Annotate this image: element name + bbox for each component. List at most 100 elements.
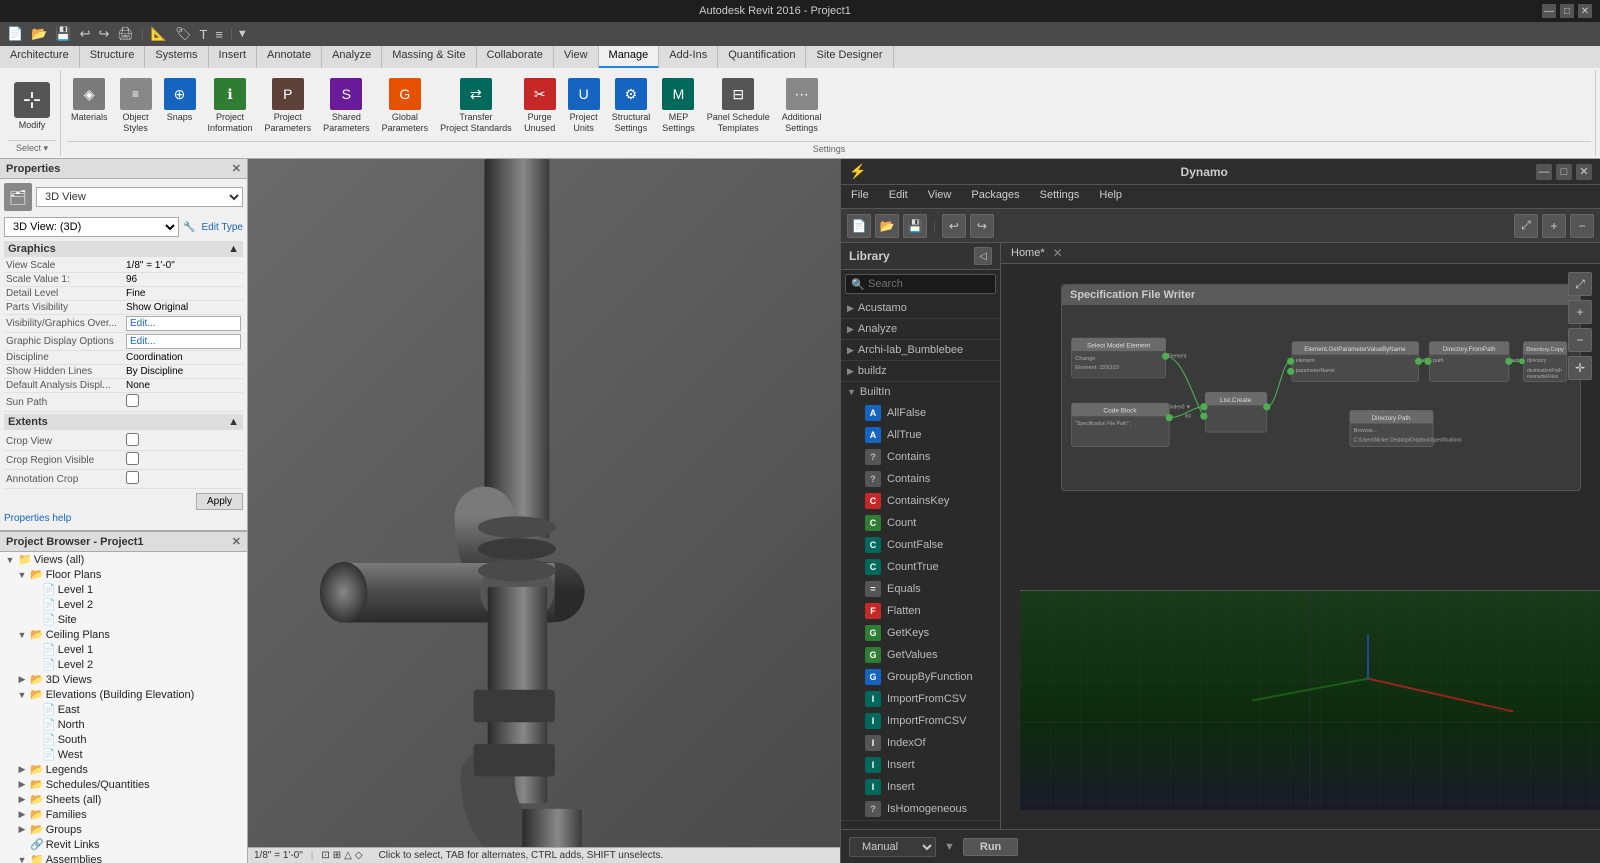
menu-settings[interactable]: Settings [1030,185,1090,208]
tree-north[interactable]: 📄 North [0,717,247,732]
purge-unused-button[interactable]: ✂ PurgeUnused [520,76,560,136]
lib-item-contains-1[interactable]: ? Contains [841,446,1000,468]
tree-floor-level1[interactable]: 📄 Level 1 [0,582,247,597]
maximize-button[interactable]: □ [1560,4,1574,18]
crop-region-checkbox[interactable] [126,452,139,465]
tree-legends[interactable]: ▶ 📂 Legends [0,762,247,777]
menu-view[interactable]: View [918,185,962,208]
tree-floor-level2[interactable]: 📄 Level 2 [0,597,247,612]
home-tab-label[interactable]: Home* [1011,247,1045,259]
run-mode-select[interactable]: Manual Automatic Periodic [849,837,936,857]
lib-item-contains-2[interactable]: ? Contains [841,468,1000,490]
lib-item-alltrue[interactable]: A AllTrue [841,424,1000,446]
lib-item-countfalse[interactable]: C CountFalse [841,534,1000,556]
tree-groups[interactable]: ▶ 📂 Groups [0,822,247,837]
redo-button[interactable]: ↪ [95,24,112,44]
measure-button[interactable]: 📐 [148,24,170,44]
dyn-new-button[interactable]: 📄 [847,214,871,238]
dyn-zoom-out-button[interactable]: − [1570,214,1594,238]
lib-item-flatten[interactable]: F Flatten [841,600,1000,622]
tree-elevations[interactable]: ▼ 📂 Elevations (Building Elevation) [0,687,247,702]
snaps-button[interactable]: ⊕ Snaps [160,76,200,125]
tab-manage[interactable]: Manage [599,46,660,68]
menu-edit[interactable]: Edit [879,185,918,208]
new-button[interactable]: 📄 [4,24,26,44]
modify-button[interactable]: ⊹ Modify [8,78,56,134]
menu-help[interactable]: Help [1089,185,1132,208]
shared-parameters-button[interactable]: S SharedParameters [319,76,374,136]
lib-acustamo-header[interactable]: ▶ Acustamo [841,298,1000,318]
lib-item-groupbyfunction[interactable]: G GroupByFunction [841,666,1000,688]
tab-annotate[interactable]: Annotate [257,46,322,68]
lib-item-allfalse[interactable]: A AllFalse [841,402,1000,424]
menu-packages[interactable]: Packages [961,185,1029,208]
tag-button[interactable]: 🏷 [172,24,195,44]
canvas-pan-button[interactable]: ✛ [1568,356,1592,380]
canvas-zoom-in-button[interactable]: + [1568,300,1592,324]
vis-graphics-value[interactable]: Edit... [126,316,241,331]
tab-site-designer[interactable]: Site Designer [806,46,893,68]
tree-ceiling-level1[interactable]: 📄 Level 1 [0,642,247,657]
materials-button[interactable]: ◈ Materials [67,76,112,125]
dyn-open-button[interactable]: 📂 [875,214,899,238]
lib-item-ishomogeneous[interactable]: ? IsHomogeneous [841,798,1000,820]
lib-item-counttrue[interactable]: C CountTrue [841,556,1000,578]
library-search-input[interactable] [845,274,996,294]
panel-schedule-button[interactable]: ⊟ Panel ScheduleTemplates [703,76,774,136]
dyn-redo-button[interactable]: ↪ [970,214,994,238]
lib-builtin-header[interactable]: ▼ BuiltIn [841,382,1000,402]
run-button[interactable]: Run [963,838,1018,856]
apply-button[interactable]: Apply [196,493,243,510]
crop-view-checkbox[interactable] [126,433,139,446]
tree-schedules[interactable]: ▶ 📂 Schedules/Quantities [0,777,247,792]
tab-addins[interactable]: Add-Ins [659,46,718,68]
sun-path-checkbox[interactable] [126,394,139,407]
3d-viewport[interactable]: 1/8" = 1'-0" | ⊡ ⊞ △ ◇ Click to select, … [248,159,840,863]
tab-systems[interactable]: Systems [145,46,208,68]
tree-assemblies[interactable]: ▼ 📁 Assemblies [0,852,247,863]
tab-architecture[interactable]: Architecture [0,46,80,68]
tab-quantification[interactable]: Quantification [718,46,806,68]
tab-massing[interactable]: Massing & Site [382,46,476,68]
canvas-zoom-fit-button[interactable]: ⤢ [1568,272,1592,296]
tree-sheets[interactable]: ▶ 📂 Sheets (all) [0,792,247,807]
tree-ceiling-plans[interactable]: ▼ 📂 Ceiling Plans [0,627,247,642]
lib-analyze-header[interactable]: ▶ Analyze [841,319,1000,339]
lib-item-containskey[interactable]: C ContainsKey [841,490,1000,512]
align-button[interactable]: ≡ [212,25,226,44]
view-name-dropdown[interactable]: 3D View: (3D) [4,217,179,237]
canvas-zoom-out-button[interactable]: − [1568,328,1592,352]
save-button[interactable]: 💾 [52,24,74,44]
tree-south[interactable]: 📄 South [0,732,247,747]
extents-section-header[interactable]: Extents ▲ [4,414,243,430]
lib-item-insert-1[interactable]: I Insert [841,754,1000,776]
view-type-dropdown[interactable]: 3D View [36,187,243,207]
lib-item-importfromcsv-1[interactable]: I ImportFromCSV [841,688,1000,710]
project-info-button[interactable]: ℹ ProjectInformation [204,76,257,136]
dyn-save-button[interactable]: 💾 [903,214,927,238]
properties-close-icon[interactable]: ✕ [232,162,241,175]
object-styles-button[interactable]: ≡ ObjectStyles [116,76,156,136]
tab-view[interactable]: View [554,46,599,68]
project-parameters-button[interactable]: P ProjectParameters [261,76,316,136]
lib-buildz-header[interactable]: ▶ buildz [841,361,1000,381]
dynamo-minimize-button[interactable]: — [1536,164,1552,180]
edit-type-link[interactable]: Edit Type [201,222,243,233]
lib-item-importfromcsv-2[interactable]: I ImportFromCSV [841,710,1000,732]
lib-item-equals[interactable]: = Equals [841,578,1000,600]
lib-item-count[interactable]: C Count [841,512,1000,534]
graphics-section-header[interactable]: Graphics ▲ [4,241,243,257]
collapse-graphics-icon[interactable]: ▲ [228,243,239,255]
floor-plans-toggle[interactable]: ▼ [16,570,28,580]
dynamo-maximize-button[interactable]: □ [1556,164,1572,180]
global-parameters-button[interactable]: G GlobalParameters [378,76,433,136]
structural-settings-button[interactable]: ⚙ StructuralSettings [608,76,655,136]
lib-item-indexof[interactable]: I IndexOf [841,732,1000,754]
project-units-button[interactable]: U ProjectUnits [564,76,604,136]
home-tab-close-icon[interactable]: ✕ [1053,246,1063,260]
browser-close-icon[interactable]: ✕ [232,535,241,548]
views-all-toggle[interactable]: ▼ [4,555,16,565]
tree-revit-links[interactable]: 🔗 Revit Links [0,837,247,852]
graphic-display-value[interactable]: Edit... [126,334,241,349]
collapse-extents-icon[interactable]: ▲ [228,416,239,428]
